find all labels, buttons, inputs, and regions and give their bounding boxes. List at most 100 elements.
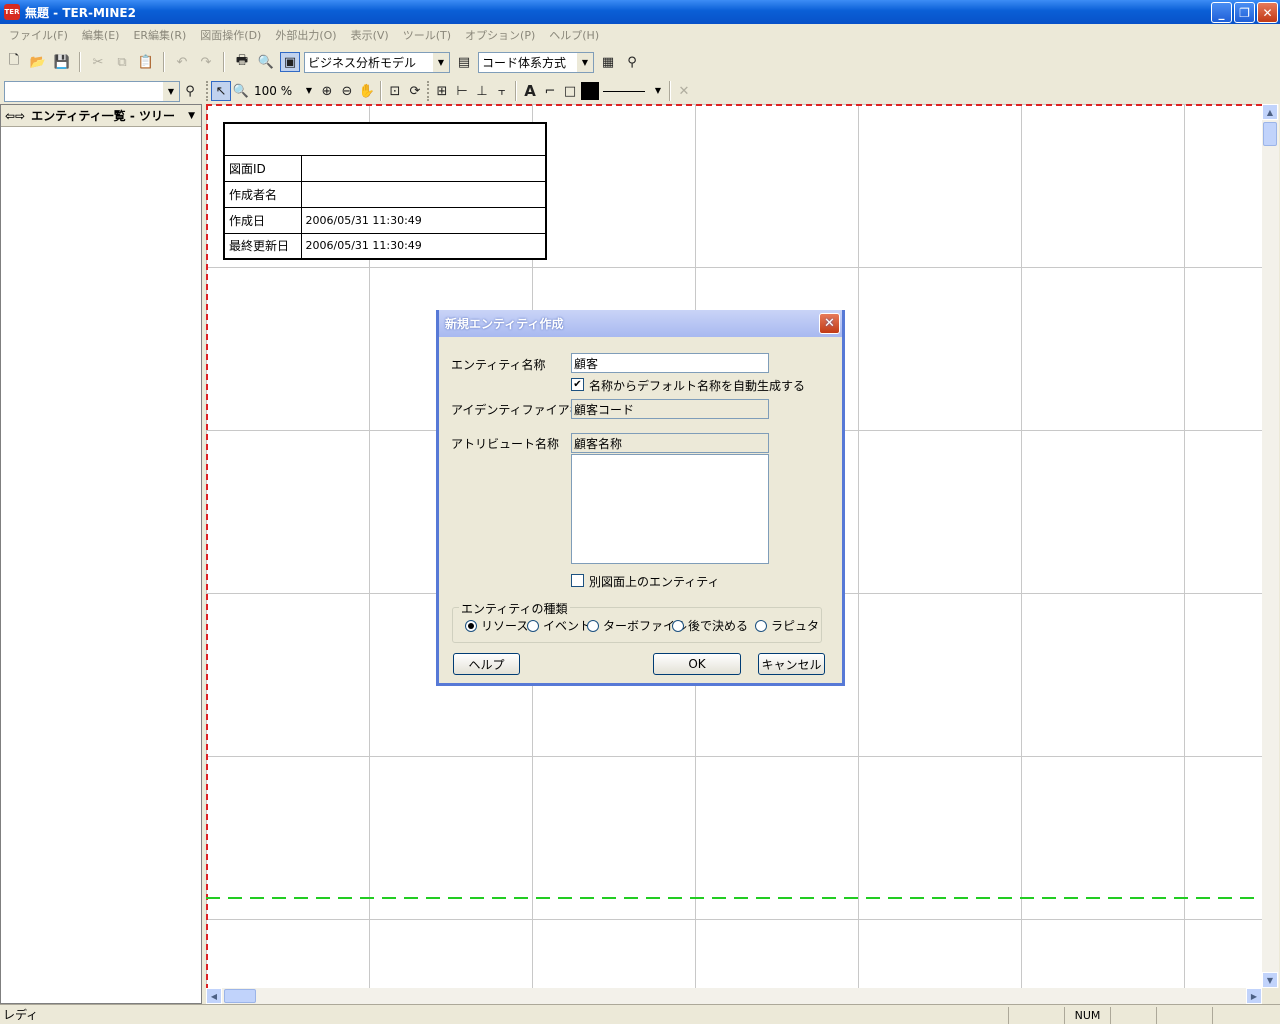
navigation-arrows-icon[interactable]: ⇦⇨ bbox=[5, 109, 25, 123]
menu-bar: ファイル(F) 編集(E) ER編集(R) 図面操作(D) 外部出力(O) 表示… bbox=[0, 24, 1280, 46]
other-diagram-checkbox[interactable] bbox=[571, 574, 584, 587]
menu-diagram[interactable]: 図面操作(D) bbox=[193, 27, 268, 43]
entity-tree-header[interactable]: ⇦⇨ エンティティ一覧 - ツリー ▼ bbox=[1, 105, 201, 127]
new-entity-icon[interactable]: ⊞ bbox=[432, 81, 452, 101]
menu-options[interactable]: オプション(P) bbox=[458, 27, 542, 43]
auto-name-checkbox[interactable]: ✔ bbox=[571, 378, 584, 391]
toolbar-separator bbox=[79, 52, 81, 72]
status-panel bbox=[1008, 1007, 1064, 1024]
code-table-icon[interactable]: ▤ bbox=[454, 52, 474, 72]
hand-pan-icon[interactable]: ✋ bbox=[357, 81, 377, 101]
line-tool-icon[interactable]: ⌐ bbox=[540, 81, 560, 101]
rectangle-tool-icon[interactable]: □ bbox=[560, 81, 580, 101]
model-combo[interactable]: ビジネス分析モデル ▼ bbox=[304, 51, 450, 73]
diagram-info-table[interactable]: 図面ID 作成者名 作成日 2006/05/31 11:30:49 最終更新日 20… bbox=[223, 122, 547, 260]
menu-help[interactable]: ヘルプ(H) bbox=[542, 27, 606, 43]
attribute-field[interactable]: 顧客名称 bbox=[571, 433, 769, 453]
toolbar-separator bbox=[380, 81, 382, 101]
vertical-scrollbar[interactable]: ▲ ▼ bbox=[1262, 104, 1279, 988]
new-entity-dialog[interactable]: 新規エンティティ作成 ✕ エンティティ名称 顧客 ✔ 名称からデフォルト名称を自… bbox=[436, 310, 845, 686]
menu-view[interactable]: 表示(V) bbox=[344, 27, 396, 43]
entity-search-combo[interactable]: ▼ bbox=[4, 80, 180, 102]
print-icon[interactable]: 🖶 bbox=[232, 52, 252, 72]
close-window-button[interactable]: ✕ bbox=[1257, 2, 1278, 23]
paste-icon[interactable]: 📋 bbox=[136, 52, 156, 72]
menu-tools[interactable]: ツール(T) bbox=[396, 27, 458, 43]
zoom-out-icon[interactable]: ⊖ bbox=[337, 81, 357, 101]
connector-icon[interactable]: ⫟ bbox=[492, 81, 512, 101]
line-style-combo[interactable]: ▼ bbox=[600, 80, 666, 102]
other-diagram-label[interactable]: 別図面上のエンティティ bbox=[589, 573, 720, 590]
relation-icon[interactable]: ⊢ bbox=[452, 81, 472, 101]
radio-laputa[interactable]: ラピュタ bbox=[755, 617, 819, 634]
minimize-button[interactable]: _ bbox=[1211, 2, 1232, 23]
menu-edit[interactable]: 編集(E) bbox=[75, 27, 127, 43]
toolbar-separator bbox=[223, 52, 225, 72]
status-panel bbox=[1212, 1007, 1278, 1024]
new-file-icon[interactable]: 🗋 bbox=[4, 52, 24, 72]
copy-icon[interactable]: ⧉ bbox=[112, 52, 132, 72]
zoom-in-icon[interactable]: ⊕ bbox=[317, 81, 337, 101]
zoom-icon[interactable]: 🔍 bbox=[231, 81, 251, 101]
color-swatch-icon[interactable] bbox=[580, 81, 600, 101]
horizontal-scroll-thumb[interactable] bbox=[224, 989, 256, 1003]
cut-icon[interactable]: ✂ bbox=[88, 52, 108, 72]
delete-icon[interactable]: ✕ bbox=[674, 81, 694, 101]
scroll-down-icon[interactable]: ▼ bbox=[1262, 972, 1278, 988]
info-table-title bbox=[223, 122, 547, 156]
radio-event[interactable]: イベント bbox=[527, 617, 591, 634]
text-tool-icon[interactable]: A bbox=[520, 81, 540, 101]
dialog-close-button[interactable]: ✕ bbox=[819, 313, 840, 334]
info-label: 作成日 bbox=[223, 206, 302, 234]
maximize-button[interactable]: ❐ bbox=[1234, 2, 1255, 23]
identifier-field[interactable]: 顧客コード bbox=[571, 399, 769, 419]
info-label: 最終更新日 bbox=[223, 232, 302, 260]
scroll-right-icon[interactable]: ▶ bbox=[1246, 988, 1262, 1004]
menu-file[interactable]: ファイル(F) bbox=[2, 27, 75, 43]
diagram-view-icon[interactable]: ▣ bbox=[280, 52, 300, 72]
chevron-down-icon[interactable]: ▼ bbox=[577, 52, 593, 72]
status-panel bbox=[1110, 1007, 1156, 1024]
spreadsheet-icon[interactable]: ▦ bbox=[598, 52, 618, 72]
radio-decide-later[interactable]: 後で決める bbox=[672, 617, 748, 634]
save-icon[interactable]: 💾 bbox=[52, 52, 72, 72]
entity-name-label: エンティティ名称 bbox=[451, 358, 546, 372]
chevron-down-icon[interactable]: ▼ bbox=[163, 81, 179, 101]
code-combo[interactable]: コード体系方式 ▼ bbox=[478, 51, 594, 73]
entity-tree-title: エンティティ一覧 - ツリー bbox=[31, 109, 176, 123]
chevron-down-icon[interactable]: ▼ bbox=[433, 52, 449, 72]
redo-icon[interactable]: ↷ bbox=[196, 52, 216, 72]
print-preview-icon[interactable]: 🔍 bbox=[256, 52, 276, 72]
ok-button[interactable]: OK bbox=[653, 653, 741, 675]
status-panel bbox=[1156, 1007, 1212, 1024]
fit-page-icon[interactable]: ⊡ bbox=[385, 81, 405, 101]
scroll-up-icon[interactable]: ▲ bbox=[1262, 104, 1278, 120]
menu-er-edit[interactable]: ER編集(R) bbox=[126, 27, 193, 43]
chevron-down-icon[interactable]: ▼ bbox=[301, 80, 317, 100]
auto-name-checkbox-label[interactable]: 名称からデフォルト名称を自動生成する bbox=[589, 377, 805, 394]
chevron-down-icon[interactable]: ▼ bbox=[650, 80, 666, 100]
window-title: 無題 - TER-MINE2 bbox=[25, 5, 136, 20]
undo-icon[interactable]: ↶ bbox=[172, 52, 192, 72]
horizontal-scrollbar[interactable]: ◀ ▶ bbox=[206, 988, 1262, 1004]
select-pointer-icon[interactable]: ↖ bbox=[211, 81, 231, 101]
chevron-down-icon[interactable]: ▼ bbox=[188, 111, 195, 121]
refresh-view-icon[interactable]: ⟳ bbox=[405, 81, 425, 101]
zoom-combo[interactable]: 100 % ▼ bbox=[251, 80, 317, 102]
help-button[interactable]: ヘルプ bbox=[453, 653, 520, 675]
scroll-left-icon[interactable]: ◀ bbox=[206, 988, 222, 1004]
entity-type-legend: エンティティの種類 bbox=[459, 600, 570, 617]
vertical-scroll-thumb[interactable] bbox=[1263, 122, 1277, 146]
open-folder-icon[interactable]: 📂 bbox=[28, 52, 48, 72]
toolbar-grip bbox=[427, 81, 430, 101]
binoculars-icon[interactable]: ⚲ bbox=[622, 52, 642, 72]
entity-name-field[interactable]: 顧客 bbox=[571, 353, 769, 373]
subtype-icon[interactable]: ⊥ bbox=[472, 81, 492, 101]
cancel-button[interactable]: キャンセル bbox=[758, 653, 825, 675]
dialog-title-bar[interactable]: 新規エンティティ作成 ✕ bbox=[439, 310, 842, 337]
menu-export[interactable]: 外部出力(O) bbox=[268, 27, 343, 43]
info-value bbox=[300, 180, 547, 208]
attribute-list-area[interactable] bbox=[571, 454, 769, 564]
search-binoculars-icon[interactable]: ⚲ bbox=[180, 81, 200, 101]
radio-resource[interactable]: リソース bbox=[465, 617, 528, 634]
